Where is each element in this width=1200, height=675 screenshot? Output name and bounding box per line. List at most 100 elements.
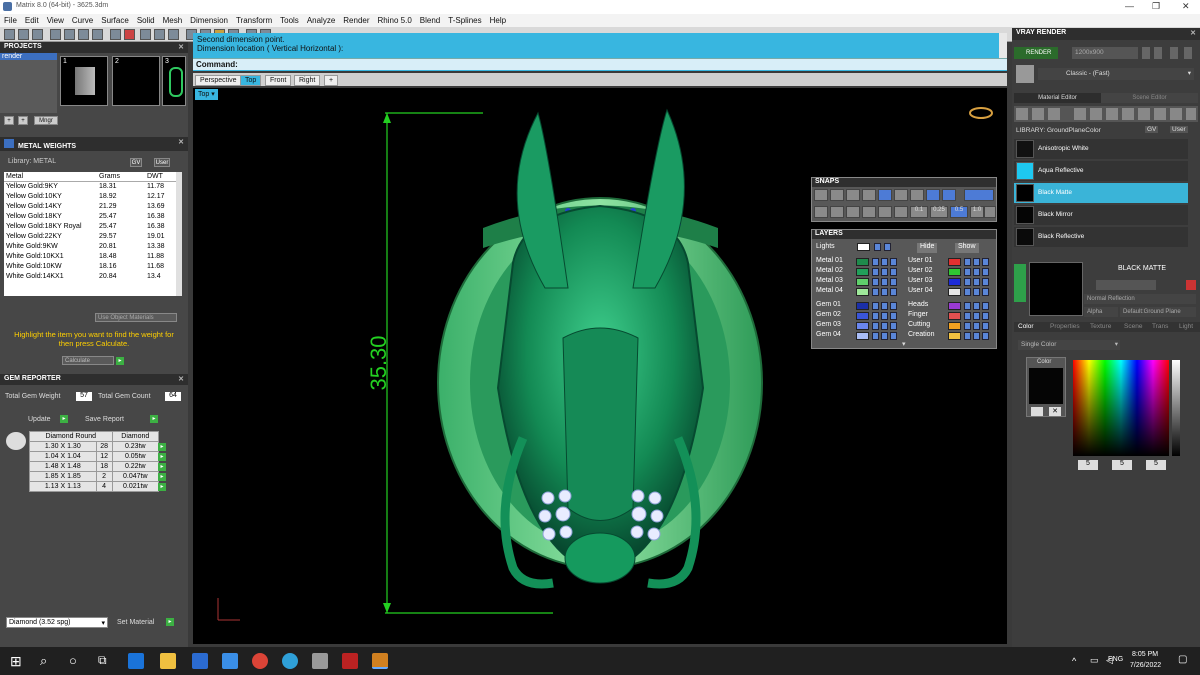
tab-right[interactable]: Right: [294, 75, 321, 86]
lights-vis-icon[interactable]: [874, 243, 881, 251]
close-icon[interactable]: ✕: [178, 375, 184, 383]
close-icon[interactable]: ✕: [178, 138, 184, 146]
use-object-materials-checkbox[interactable]: Use Object Materials: [95, 313, 177, 322]
snap-project-icon[interactable]: [846, 206, 860, 218]
color-swatch[interactable]: [1029, 368, 1063, 404]
project-thumb-3[interactable]: 3: [162, 56, 186, 106]
material-list-item[interactable]: Black Mirror: [1014, 205, 1188, 225]
command-scrollbar[interactable]: [999, 33, 1007, 58]
layer-select-icon[interactable]: [890, 312, 897, 320]
tab-properties[interactable]: Properties: [1050, 323, 1080, 330]
lights-color[interactable]: [857, 243, 870, 251]
layer-lock-icon[interactable]: [881, 278, 888, 286]
layer-visibility-icon[interactable]: [872, 258, 879, 266]
project-item-render[interactable]: render: [0, 53, 57, 60]
table-row[interactable]: Yellow Gold:9KY 18.31 11.78: [4, 182, 176, 192]
user-button[interactable]: User: [154, 158, 170, 167]
network-icon[interactable]: ▭: [1090, 655, 1099, 666]
copy-icon[interactable]: [78, 29, 89, 40]
col-dwt[interactable]: DWT: [147, 172, 176, 182]
eyedropper-icon[interactable]: [1031, 407, 1043, 416]
material-list-item[interactable]: Black Matte: [1014, 183, 1188, 203]
color-picker-field[interactable]: [1073, 360, 1169, 456]
layer-lock-icon[interactable]: [881, 322, 888, 330]
chrome-icon[interactable]: [252, 653, 268, 669]
hide-button[interactable]: Hide: [917, 243, 938, 253]
zoom-extents-icon[interactable]: [168, 29, 179, 40]
start-windows-icon[interactable]: ⊞: [10, 653, 22, 670]
layer-row[interactable]: Gem 03: [816, 321, 841, 331]
layer-lock-icon[interactable]: [973, 258, 980, 266]
row-go-icon[interactable]: ▸: [158, 453, 166, 461]
snap-grid-icon[interactable]: [814, 206, 828, 218]
mngr-button[interactable]: Mngr: [34, 116, 58, 125]
layer-color-swatch[interactable]: [948, 258, 961, 266]
menu-surface[interactable]: Surface: [97, 14, 133, 25]
table-row[interactable]: Yellow Gold:18KY Royal 25.47 16.38: [4, 222, 176, 232]
lights-lock-icon[interactable]: [884, 243, 891, 251]
clock-time[interactable]: 8:05 PM: [1132, 651, 1158, 658]
menu-curve[interactable]: Curve: [68, 14, 97, 25]
rhino-icon[interactable]: [312, 653, 328, 669]
layer-row[interactable]: Metal 03: [816, 277, 843, 287]
menu-file[interactable]: File: [0, 14, 21, 25]
preview-toggle[interactable]: [1014, 264, 1026, 302]
user-button[interactable]: User: [1170, 126, 1188, 133]
widgets-icon[interactable]: ⧉: [98, 653, 107, 668]
menu-tsplines[interactable]: T-Splines: [444, 14, 485, 25]
layer-select-icon[interactable]: [890, 302, 897, 310]
layer-visibility-icon[interactable]: [872, 332, 879, 340]
layer-select-icon[interactable]: [982, 278, 989, 286]
menu-transform[interactable]: Transform: [232, 14, 276, 25]
tab-add[interactable]: +: [324, 75, 339, 86]
layer-row[interactable]: Gem 04: [816, 331, 841, 341]
layer-color-swatch[interactable]: [948, 322, 961, 330]
layer-row[interactable]: Finger: [908, 311, 928, 321]
tab-scene[interactable]: Scene: [1124, 323, 1142, 330]
layer-color-swatch[interactable]: [856, 332, 869, 340]
tab-top[interactable]: Top: [240, 75, 262, 86]
menu-render[interactable]: Render: [339, 14, 373, 25]
snap-perp-icon[interactable]: [926, 189, 940, 201]
layer-row[interactable]: User 03: [908, 277, 933, 287]
layer-visibility-icon[interactable]: [872, 288, 879, 296]
layer-lock-icon[interactable]: [973, 322, 980, 330]
edge-browser-icon[interactable]: [128, 653, 144, 669]
layer-lock-icon[interactable]: [881, 312, 888, 320]
save-report-go-icon[interactable]: ▸: [150, 415, 158, 423]
layer-select-icon[interactable]: [890, 332, 897, 340]
layer-visibility-icon[interactable]: [872, 322, 879, 330]
layer-color-swatch[interactable]: [948, 288, 961, 296]
layer-color-swatch[interactable]: [856, 312, 869, 320]
store-icon[interactable]: [192, 653, 208, 669]
layer-row[interactable]: Gem 01: [816, 301, 841, 311]
material-list-item[interactable]: Aqua Reflective: [1014, 161, 1188, 181]
tab-texture[interactable]: Texture: [1090, 323, 1111, 330]
project-thumb-2[interactable]: 2: [112, 56, 160, 106]
add-project-button[interactable]: +: [4, 116, 14, 125]
clear-color-icon[interactable]: ✕: [1049, 407, 1061, 416]
show-button[interactable]: Show: [955, 243, 979, 253]
layer-lock-icon[interactable]: [881, 268, 888, 276]
print-icon[interactable]: [50, 29, 61, 40]
layer-visibility-icon[interactable]: [964, 332, 971, 340]
layer-select-icon[interactable]: [890, 258, 897, 266]
layer-row[interactable]: Gem 02: [816, 311, 841, 321]
menu-tools[interactable]: Tools: [276, 14, 303, 25]
gear-icon[interactable]: [1138, 108, 1150, 120]
light-icon[interactable]: [1186, 108, 1196, 120]
layer-row[interactable]: User 01: [908, 257, 933, 267]
task-view-icon[interactable]: ○: [69, 653, 77, 668]
layer-lock-icon[interactable]: [973, 278, 980, 286]
texture-icon[interactable]: [1122, 108, 1134, 120]
pan-icon[interactable]: [140, 29, 151, 40]
layer-select-icon[interactable]: [982, 312, 989, 320]
rgb-r-field[interactable]: 5: [1078, 460, 1098, 470]
heart-icon[interactable]: [1032, 108, 1044, 120]
layer-row[interactable]: Cutting: [908, 321, 930, 331]
layer-color-swatch[interactable]: [948, 332, 961, 340]
tab-scene-editor[interactable]: Scene Editor: [1101, 93, 1198, 103]
layer-select-icon[interactable]: [982, 332, 989, 340]
layer-row[interactable]: Metal 02: [816, 267, 843, 277]
menu-help[interactable]: Help: [486, 14, 510, 25]
